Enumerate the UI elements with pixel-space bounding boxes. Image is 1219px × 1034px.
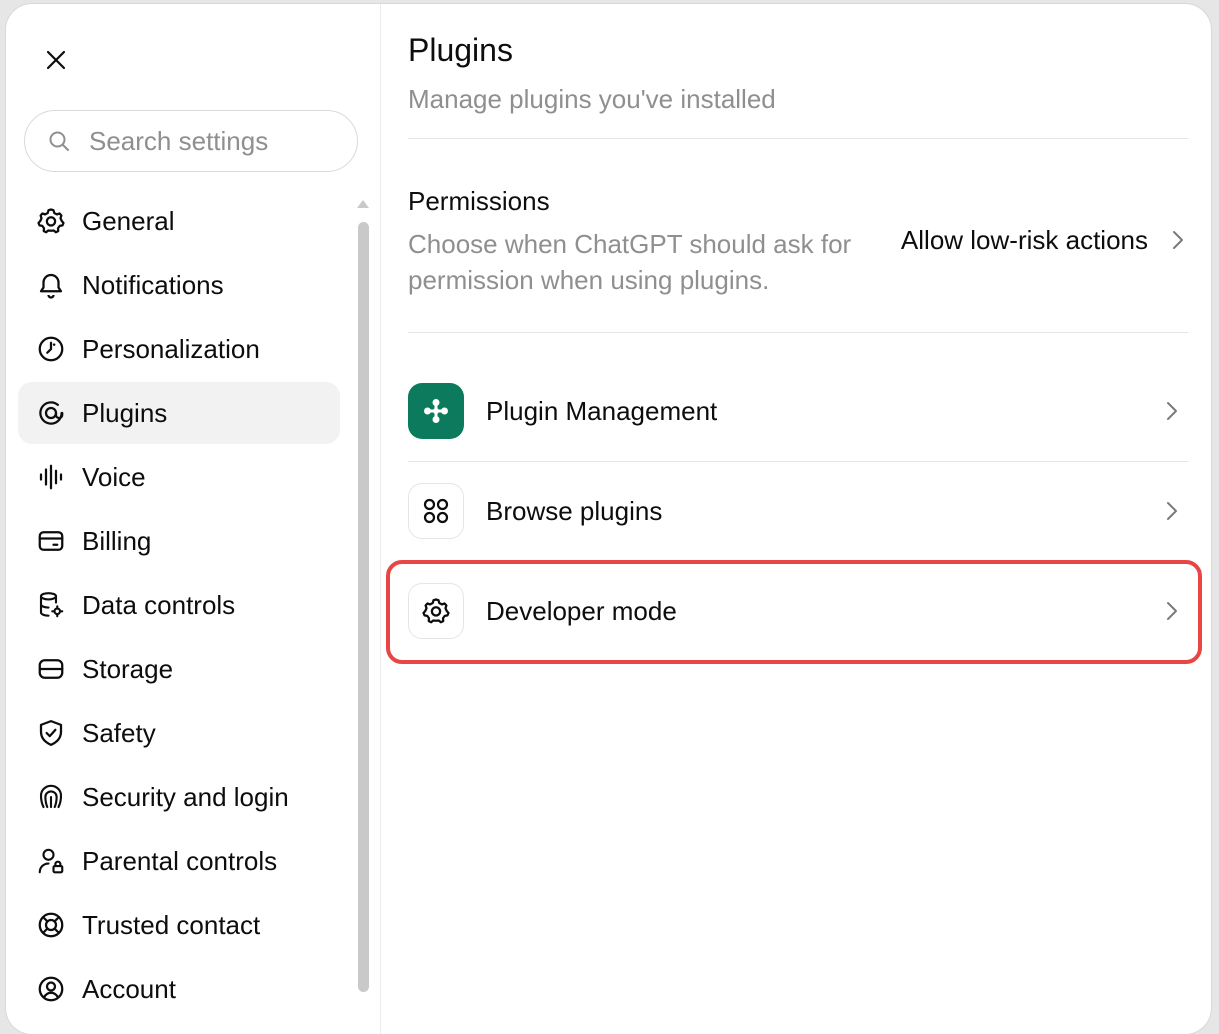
settings-sidebar: General Notifications Personalization Pl…	[6, 4, 381, 1034]
settings-nav: General Notifications Personalization Pl…	[18, 190, 340, 1022]
sidebar-item-voice[interactable]: Voice	[18, 446, 340, 508]
sidebar-item-general[interactable]: General	[18, 190, 340, 252]
scroll-up-arrow-icon[interactable]	[356, 196, 370, 210]
sidebar-item-label: Parental controls	[82, 845, 278, 876]
sidebar-item-label: Notifications	[82, 269, 224, 300]
divider	[408, 332, 1188, 333]
sidebar-scrollbar[interactable]	[356, 196, 370, 1006]
sidebar-item-label: Billing	[82, 525, 152, 556]
security-icon	[34, 780, 68, 814]
sidebar-item-label: Safety	[82, 717, 156, 748]
permissions-title: Permissions	[408, 186, 550, 216]
settings-dialog: General Notifications Personalization Pl…	[6, 4, 1211, 1034]
chevron-right-icon	[1168, 230, 1188, 250]
grid-icon	[408, 483, 464, 539]
sidebar-item-personalization[interactable]: Personalization	[18, 318, 340, 380]
search-icon	[47, 128, 73, 154]
row-label: Browse plugins	[486, 495, 663, 526]
gear-icon	[34, 204, 68, 238]
sidebar-item-parental-controls[interactable]: Parental controls	[18, 830, 340, 892]
row-label: Developer mode	[486, 595, 677, 626]
sidebar-item-label: Personalization	[82, 333, 260, 364]
sidebar-item-security-and-login[interactable]: Security and login	[18, 766, 340, 828]
sidebar-item-data-controls[interactable]: Data controls	[18, 574, 340, 636]
row-label: Plugin Management	[486, 395, 718, 426]
permissions-description: Choose when ChatGPT should ask for permi…	[408, 229, 852, 295]
sidebar-item-billing[interactable]: Billing	[18, 510, 340, 572]
developer-mode-row[interactable]: Developer mode	[408, 582, 1188, 640]
sidebar-item-label: Security and login	[82, 781, 289, 812]
shield-icon	[34, 716, 68, 750]
sidebar-item-label: Voice	[82, 461, 146, 492]
chevron-right-icon	[1162, 601, 1182, 621]
lifebuoy-icon	[34, 908, 68, 942]
sidebar-item-label: Storage	[82, 653, 174, 684]
divider	[408, 138, 1188, 139]
scrollbar-thumb[interactable]	[358, 222, 369, 992]
sidebar-item-plugins[interactable]: Plugins	[18, 382, 340, 444]
search-box[interactable]	[24, 110, 358, 172]
plugins-icon	[34, 396, 68, 430]
sidebar-item-storage[interactable]: Storage	[18, 638, 340, 700]
permissions-select[interactable]: Allow low-risk actions	[901, 220, 1188, 260]
sidebar-item-safety[interactable]: Safety	[18, 702, 340, 764]
search-input[interactable]	[87, 124, 341, 158]
sidebar-item-trusted-contact[interactable]: Trusted contact	[18, 894, 340, 956]
sidebar-item-label: Trusted contact	[82, 909, 261, 940]
browse-plugins-row[interactable]: Browse plugins	[408, 482, 1188, 540]
sidebar-item-label: Data controls	[82, 589, 236, 620]
billing-icon	[34, 524, 68, 558]
chevron-right-icon	[1162, 401, 1182, 421]
close-button[interactable]	[36, 40, 76, 80]
close-icon	[46, 50, 66, 70]
sidebar-item-label: Plugins	[82, 397, 168, 428]
plugin-management-icon	[408, 383, 464, 439]
page-subtitle: Manage plugins you've installed	[408, 84, 776, 114]
account-icon	[34, 972, 68, 1006]
sidebar-item-label: General	[82, 205, 175, 236]
page-title: Plugins	[408, 32, 513, 68]
plugin-management-row[interactable]: Plugin Management	[408, 382, 1188, 440]
personalization-icon	[34, 332, 68, 366]
sidebar-item-account[interactable]: Account	[18, 958, 340, 1020]
divider	[408, 461, 1188, 462]
parental-icon	[34, 844, 68, 878]
data-controls-icon	[34, 588, 68, 622]
permissions-value: Allow low-risk actions	[900, 224, 1148, 255]
sidebar-item-notifications[interactable]: Notifications	[18, 254, 340, 316]
gear-icon	[408, 583, 464, 639]
voice-icon	[34, 460, 68, 494]
storage-icon	[34, 652, 68, 686]
chevron-right-icon	[1162, 501, 1182, 521]
sidebar-item-label: Account	[82, 973, 176, 1004]
bell-icon	[34, 268, 68, 302]
